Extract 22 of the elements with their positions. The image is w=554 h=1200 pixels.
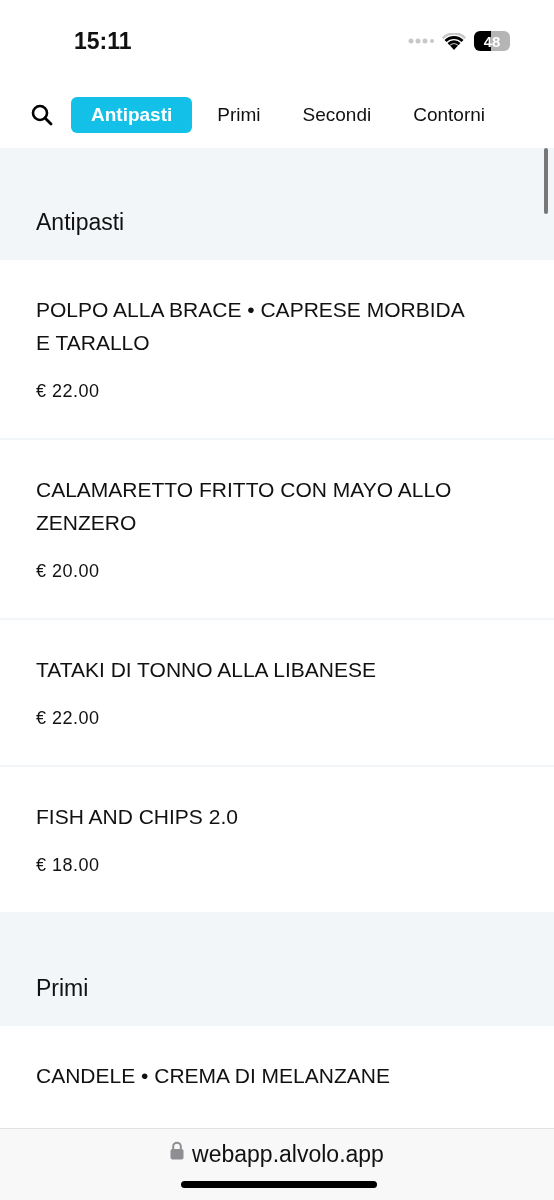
dish-name: TATAKI DI TONNO ALLA LIBANESE xyxy=(36,657,377,683)
signal-icon xyxy=(408,38,434,44)
scrollbar-thumb xyxy=(544,148,548,214)
dish-price: € 18.00 xyxy=(36,855,101,876)
wifi-icon xyxy=(442,32,466,50)
dish-name: CANDELE • CREMA DI MELANZANE xyxy=(36,1063,391,1089)
dish-name: CALAMARETTO FRITTO CON MAYO ALLO ZENZERO xyxy=(36,477,453,536)
address-bar[interactable]: webapp.alvolo.app xyxy=(0,1128,554,1200)
category-tab[interactable]: Primi xyxy=(200,97,278,133)
section-title: Primi xyxy=(36,975,89,1002)
dish-price: € 22.00 xyxy=(36,708,101,729)
search-icon[interactable] xyxy=(31,104,53,126)
url-text: webapp.alvolo.app xyxy=(192,1141,384,1168)
category-tab[interactable]: Contorni xyxy=(396,97,503,133)
status-time: 15:11 xyxy=(74,27,132,55)
dish-price: € 20.00 xyxy=(36,561,101,582)
dish-name: POLPO ALLA BRACE • CAPRESE MORBIDA E TARALLO xyxy=(36,297,466,356)
dish-price: € 22.00 xyxy=(36,381,101,402)
category-tab[interactable]: Secondi xyxy=(285,97,389,133)
lock-icon xyxy=(170,1141,185,1160)
section-title: Antipasti xyxy=(36,209,125,236)
dish-name: FISH AND CHIPS 2.0 xyxy=(36,804,239,830)
